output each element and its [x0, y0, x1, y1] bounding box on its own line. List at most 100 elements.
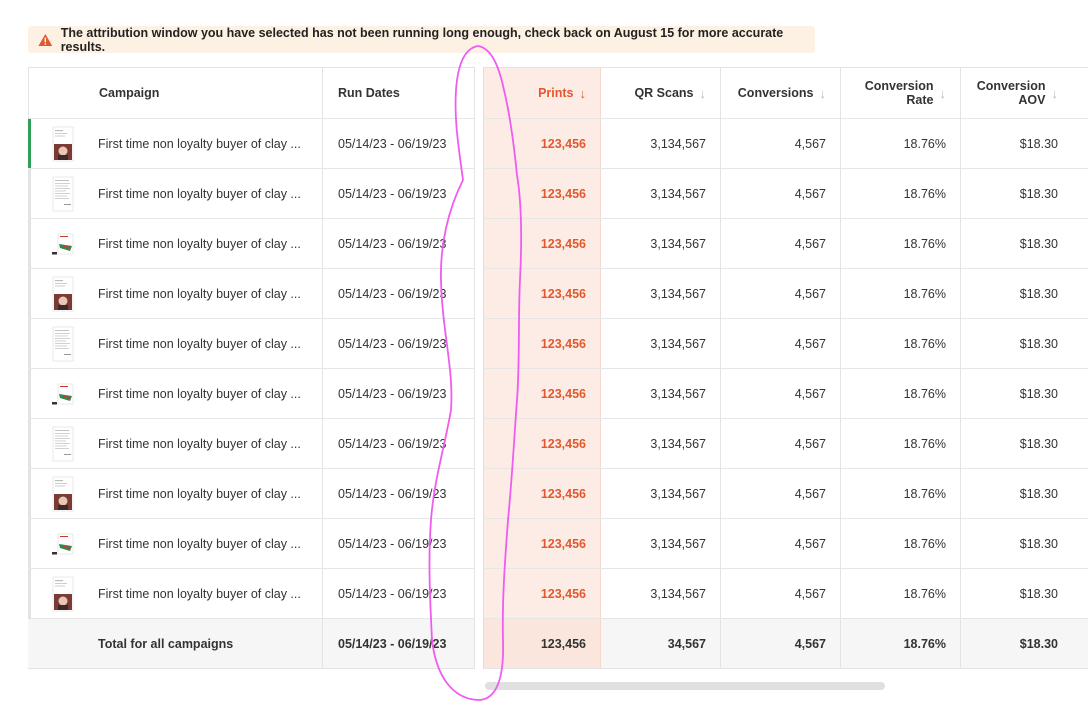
- column-header-qr-scans[interactable]: QR Scans ↓: [601, 68, 721, 118]
- row-indicator: [28, 269, 31, 318]
- campaign-thumbnail[interactable]: [52, 526, 74, 562]
- horizontal-scrollbar[interactable]: [485, 682, 885, 690]
- total-qr-scans: 34,567: [601, 619, 721, 668]
- table-row[interactable]: First time non loyalty buyer of clay ...…: [28, 319, 1088, 369]
- campaign-thumbnail[interactable]: [52, 126, 74, 162]
- campaign-name: First time non loyalty buyer of clay ...: [98, 286, 301, 301]
- campaign-cell[interactable]: First time non loyalty buyer of clay ...: [28, 119, 323, 168]
- campaign-thumbnail[interactable]: [52, 376, 74, 412]
- conversions-cell: 4,567: [721, 519, 841, 568]
- conversion-aov-cell: $18.30: [1019, 336, 1058, 351]
- row-indicator: [28, 119, 31, 168]
- table-row[interactable]: First time non loyalty buyer of clay ...…: [28, 419, 1088, 469]
- total-conversion-aov: $18.30: [1019, 636, 1058, 651]
- conversions-cell: 4,567: [721, 219, 841, 268]
- row-indicator: [28, 519, 31, 568]
- conversion-aov-cell: $18.30: [1019, 236, 1058, 251]
- campaign-cell[interactable]: First time non loyalty buyer of clay ...: [28, 219, 323, 268]
- column-header-conversions[interactable]: Conversions ↓: [721, 68, 841, 118]
- campaign-cell[interactable]: First time non loyalty buyer of clay ...: [28, 419, 323, 468]
- conversions-cell: 4,567: [721, 569, 841, 618]
- prints-cell: 123,456: [483, 569, 601, 618]
- total-dates: 05/14/23 - 06/19/23: [323, 619, 475, 668]
- row-indicator: [28, 419, 31, 468]
- column-header-conversion-aov[interactable]: Conversion AOV ↓: [961, 68, 1088, 118]
- table-row[interactable]: First time non loyalty buyer of clay ...…: [28, 369, 1088, 419]
- prints-cell: 123,456: [483, 419, 601, 468]
- qr-scans-cell: 3,134,567: [601, 419, 721, 468]
- qr-scans-cell: 3,134,567: [601, 119, 721, 168]
- campaign-thumbnail[interactable]: [52, 226, 74, 262]
- row-indicator: [28, 469, 31, 518]
- campaign-cell[interactable]: First time non loyalty buyer of clay ...: [28, 469, 323, 518]
- table-row[interactable]: First time non loyalty buyer of clay ...…: [28, 119, 1088, 169]
- campaign-table: Campaign Run Dates Prints ↓ QR Scans ↓ C…: [28, 67, 1088, 669]
- campaign-name: First time non loyalty buyer of clay ...: [98, 436, 301, 451]
- run-dates-cell: 05/14/23 - 06/19/23: [323, 369, 475, 418]
- prints-cell: 123,456: [483, 369, 601, 418]
- conversions-cell: 4,567: [721, 369, 841, 418]
- sort-arrow-icon[interactable]: ↓: [940, 86, 947, 101]
- campaign-thumbnail[interactable]: [52, 276, 74, 312]
- qr-scans-cell: 3,134,567: [601, 369, 721, 418]
- campaign-thumbnail[interactable]: [52, 476, 74, 512]
- campaign-name: First time non loyalty buyer of clay ...: [98, 486, 301, 501]
- column-header-prints[interactable]: Prints ↓: [483, 68, 601, 118]
- table-row[interactable]: First time non loyalty buyer of clay ...…: [28, 269, 1088, 319]
- total-label: Total for all campaigns: [28, 619, 323, 668]
- total-conversion-rate: 18.76%: [841, 619, 961, 668]
- run-dates-cell: 05/14/23 - 06/19/23: [323, 119, 475, 168]
- attribution-warning-banner: The attribution window you have selected…: [28, 25, 815, 54]
- column-header-campaign[interactable]: Campaign: [28, 68, 323, 118]
- campaign-cell[interactable]: First time non loyalty buyer of clay ...: [28, 269, 323, 318]
- campaign-name: First time non loyalty buyer of clay ...: [98, 386, 301, 401]
- campaign-cell[interactable]: First time non loyalty buyer of clay ...: [28, 369, 323, 418]
- sort-arrow-icon[interactable]: ↓: [700, 86, 707, 101]
- conversion-aov-cell: $18.30: [1019, 186, 1058, 201]
- banner-text: The attribution window you have selected…: [60, 25, 784, 54]
- table-row[interactable]: First time non loyalty buyer of clay ...…: [28, 569, 1088, 619]
- conversion-aov-cell: $18.30: [1019, 286, 1058, 301]
- conversions-cell: 4,567: [721, 269, 841, 318]
- table-header-row: Campaign Run Dates Prints ↓ QR Scans ↓ C…: [28, 67, 1088, 119]
- conversion-aov-cell: $18.30: [1019, 136, 1058, 151]
- table-row[interactable]: First time non loyalty buyer of clay ...…: [28, 169, 1088, 219]
- sort-arrow-icon[interactable]: ↓: [580, 86, 587, 101]
- row-indicator: [28, 319, 31, 368]
- table-row[interactable]: First time non loyalty buyer of clay ...…: [28, 519, 1088, 569]
- campaign-thumbnail[interactable]: [52, 576, 74, 612]
- conversions-cell: 4,567: [721, 119, 841, 168]
- total-prints: 123,456: [483, 619, 601, 668]
- prints-cell: 123,456: [483, 519, 601, 568]
- run-dates-cell: 05/14/23 - 06/19/23: [323, 569, 475, 618]
- row-indicator: [28, 169, 31, 218]
- conversion-rate-cell: 18.76%: [841, 119, 961, 168]
- conversions-cell: 4,567: [721, 419, 841, 468]
- qr-scans-cell: 3,134,567: [601, 569, 721, 618]
- table-row[interactable]: First time non loyalty buyer of clay ...…: [28, 219, 1088, 269]
- campaign-cell[interactable]: First time non loyalty buyer of clay ...: [28, 169, 323, 218]
- table-row[interactable]: First time non loyalty buyer of clay ...…: [28, 469, 1088, 519]
- qr-scans-cell: 3,134,567: [601, 319, 721, 368]
- column-header-conversion-rate[interactable]: Conversion Rate ↓: [841, 68, 961, 118]
- campaign-thumbnail[interactable]: [52, 176, 74, 212]
- conversion-rate-cell: 18.76%: [841, 219, 961, 268]
- campaign-cell[interactable]: First time non loyalty buyer of clay ...: [28, 519, 323, 568]
- conversion-rate-cell: 18.76%: [841, 269, 961, 318]
- conversion-rate-cell: 18.76%: [841, 569, 961, 618]
- run-dates-cell: 05/14/23 - 06/19/23: [323, 469, 475, 518]
- column-gap: [475, 67, 483, 669]
- campaign-cell[interactable]: First time non loyalty buyer of clay ...: [28, 319, 323, 368]
- campaign-thumbnail[interactable]: [52, 326, 74, 362]
- campaign-name: First time non loyalty buyer of clay ...: [98, 336, 301, 351]
- sort-arrow-icon[interactable]: ↓: [1052, 86, 1059, 101]
- qr-scans-cell: 3,134,567: [601, 219, 721, 268]
- prints-cell: 123,456: [483, 469, 601, 518]
- column-header-run-dates[interactable]: Run Dates: [323, 68, 475, 118]
- run-dates-cell: 05/14/23 - 06/19/23: [323, 319, 475, 368]
- sort-arrow-icon[interactable]: ↓: [820, 86, 827, 101]
- conversion-rate-cell: 18.76%: [841, 319, 961, 368]
- campaign-cell[interactable]: First time non loyalty buyer of clay ...: [28, 569, 323, 618]
- campaign-name: First time non loyalty buyer of clay ...: [98, 536, 301, 551]
- campaign-thumbnail[interactable]: [52, 426, 74, 462]
